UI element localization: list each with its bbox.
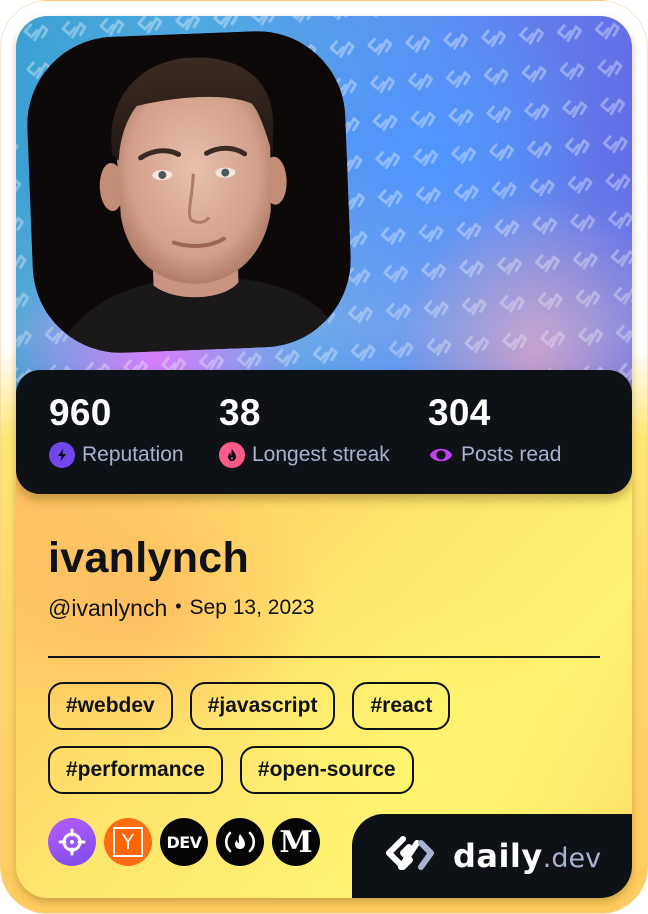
tag-react[interactable]: #react (352, 682, 451, 730)
stat-longest-streak: 38 Longest streak (219, 392, 390, 468)
profile-name: ivanlynch (48, 534, 250, 582)
stat-reputation: 960 Reputation (49, 392, 184, 468)
medium-icon[interactable]: M (272, 818, 320, 866)
daily-dev-logo-icon (383, 835, 443, 878)
streak-label: Longest streak (252, 443, 390, 466)
reputation-label: Reputation (82, 443, 184, 466)
cover-background (16, 16, 632, 406)
dev-icon[interactable]: DEV (160, 818, 208, 866)
reputation-value: 960 (49, 392, 112, 433)
eye-icon (428, 442, 454, 468)
daily-dev-wordmark: daily.dev (452, 837, 602, 875)
stat-posts-read: 304 Posts read (428, 392, 561, 468)
daily-dev-branding: daily.dev (352, 814, 632, 898)
divider (48, 656, 600, 658)
sources-list: Y DEV M (48, 818, 320, 866)
streak-value: 38 (219, 392, 261, 433)
stats-bar: 960 Reputation 38 Longest streak 304 Pos… (16, 370, 632, 494)
profile-photo (24, 28, 354, 356)
lightning-icon (49, 442, 75, 468)
posts-read-label: Posts read (461, 443, 562, 466)
devcard: 960 Reputation 38 Longest streak 304 Pos… (16, 16, 632, 898)
tags-list: #webdev #javascript #react #performance … (48, 682, 608, 794)
tag-open-source[interactable]: #open-source (239, 746, 414, 794)
tag-webdev[interactable]: #webdev (48, 682, 173, 730)
flame-icon (219, 442, 245, 468)
profile-meta: @ivanlynch • Sep 13, 2023 (48, 594, 315, 622)
meta-separator: • (175, 596, 182, 616)
tag-performance[interactable]: #performance (48, 746, 223, 794)
freecodecamp-icon[interactable] (216, 818, 264, 866)
profile-handle: @ivanlynch (48, 595, 168, 621)
y-combinator-icon[interactable]: Y (104, 818, 152, 866)
tag-javascript[interactable]: #javascript (189, 682, 336, 730)
crosshair-icon[interactable] (48, 818, 96, 866)
posts-read-value: 304 (428, 392, 491, 433)
joined-date: Sep 13, 2023 (189, 596, 315, 619)
